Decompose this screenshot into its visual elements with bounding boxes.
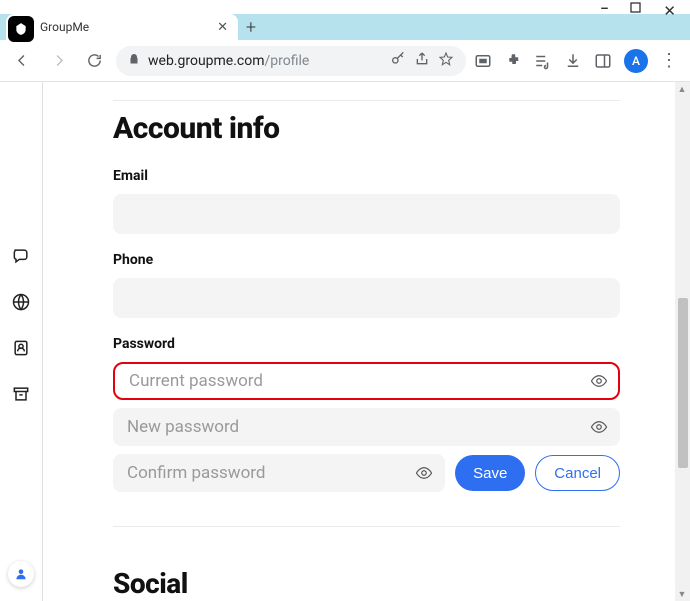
main-content: Account info Email Phone Password Save C…	[43, 82, 690, 601]
email-label: Email	[113, 168, 620, 184]
window-minimize-button[interactable]: –	[600, 2, 608, 20]
browser-tab[interactable]: GroupMe ✕	[6, 14, 238, 40]
groupme-logo[interactable]	[8, 16, 34, 42]
email-field[interactable]	[113, 194, 620, 234]
nav-back-button[interactable]	[8, 47, 36, 75]
eye-icon[interactable]	[590, 372, 608, 390]
extensions-icon[interactable]	[504, 52, 522, 70]
cancel-button[interactable]: Cancel	[535, 455, 620, 491]
lock-icon	[128, 53, 140, 69]
contacts-icon[interactable]	[11, 338, 31, 358]
scrollbar-thumb[interactable]	[678, 298, 688, 468]
bookmark-star-icon[interactable]	[438, 51, 454, 71]
window-close-button[interactable]: ✕	[663, 2, 676, 20]
screenshot-icon[interactable]	[474, 52, 492, 70]
user-badge[interactable]	[8, 561, 34, 587]
browser-toolbar: web.groupme.com/profile A ⋮	[0, 40, 690, 82]
discover-icon[interactable]	[11, 292, 31, 312]
page-title: Account info	[113, 111, 620, 146]
app-sidebar	[0, 82, 42, 601]
new-tab-button[interactable]: +	[238, 14, 264, 40]
section-divider	[113, 526, 620, 527]
download-icon[interactable]	[564, 52, 582, 70]
nav-reload-button[interactable]	[80, 47, 108, 75]
profile-avatar[interactable]: A	[624, 49, 648, 73]
nav-forward-button[interactable]	[44, 47, 72, 75]
phone-label: Phone	[113, 252, 620, 268]
titlebar: – ✕	[0, 0, 690, 14]
chats-icon[interactable]	[11, 246, 31, 266]
confirm-password-input[interactable]	[113, 454, 445, 492]
password-label: Password	[113, 336, 620, 352]
new-password-input[interactable]	[113, 408, 620, 446]
archive-icon[interactable]	[11, 384, 31, 404]
scrollbar-track[interactable]: ▲ ▼	[675, 82, 690, 601]
phone-field[interactable]	[113, 278, 620, 318]
eye-icon[interactable]	[415, 464, 433, 482]
save-button[interactable]: Save	[455, 455, 525, 491]
current-password-input[interactable]	[113, 362, 620, 400]
address-bar[interactable]: web.groupme.com/profile	[116, 46, 466, 76]
key-icon[interactable]	[390, 51, 406, 71]
kebab-menu-icon[interactable]: ⋮	[660, 50, 678, 71]
eye-icon[interactable]	[590, 418, 608, 436]
panel-icon[interactable]	[594, 52, 612, 70]
playlist-icon[interactable]	[534, 52, 552, 70]
section-divider	[113, 100, 620, 101]
tab-title: GroupMe	[40, 20, 209, 34]
url-text: web.groupme.com/profile	[148, 53, 382, 69]
scroll-up-arrow[interactable]: ▲	[677, 84, 687, 94]
tab-close-icon[interactable]: ✕	[217, 20, 228, 35]
social-heading: Social	[113, 567, 620, 600]
window-maximize-button[interactable]	[630, 2, 641, 20]
scroll-down-arrow[interactable]: ▼	[677, 589, 687, 599]
share-icon[interactable]	[414, 51, 430, 71]
